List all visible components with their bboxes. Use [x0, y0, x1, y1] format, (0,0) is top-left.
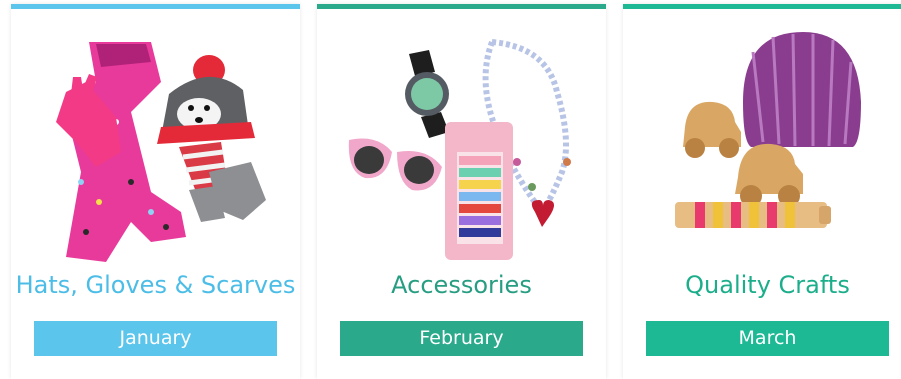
category-title: Accessories: [391, 271, 532, 299]
category-card-hats: Hats, Gloves & Scarves January: [11, 4, 300, 379]
accessories-image: [348, 39, 571, 260]
hat-gloves-scarf-image: [56, 42, 266, 262]
card-accent-bar: [11, 4, 300, 9]
donation-categories: Hats, Gloves & Scarves January Accessori…: [0, 0, 901, 379]
month-button-february[interactable]: February: [340, 321, 583, 356]
card-accent-bar: [623, 4, 901, 9]
card-accent-bar: [317, 4, 606, 9]
category-title: Hats, Gloves & Scarves: [15, 271, 296, 299]
month-button-january[interactable]: January: [34, 321, 277, 356]
category-card-accessories: Accessories February: [317, 4, 606, 379]
crafts-image: [675, 32, 861, 228]
category-title: Quality Crafts: [685, 271, 850, 299]
category-card-crafts: Quality Crafts March: [623, 4, 901, 379]
month-button-march[interactable]: March: [646, 321, 889, 356]
